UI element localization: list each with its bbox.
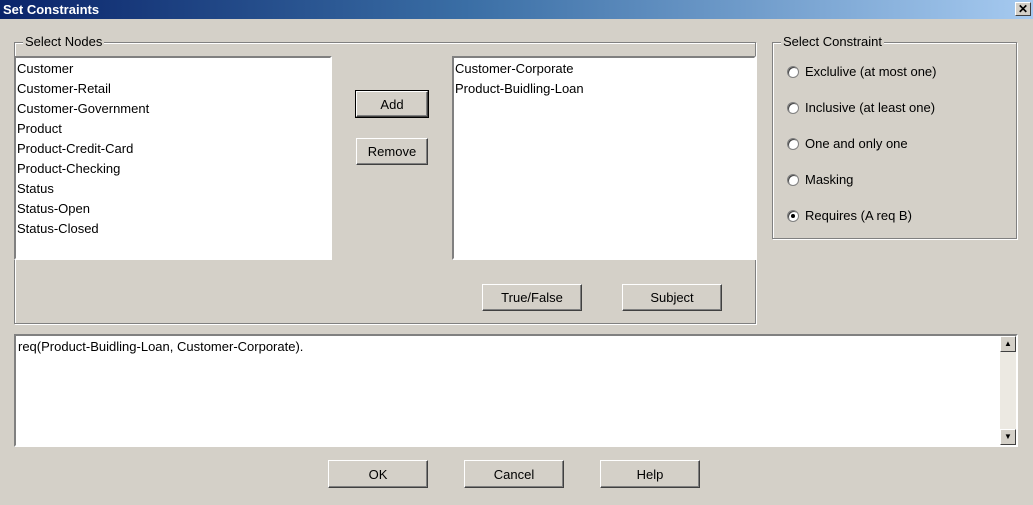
list-item[interactable]: Status-Closed <box>16 219 330 239</box>
list-item[interactable]: Product-Checking <box>16 159 330 179</box>
list-item[interactable]: Customer-Government <box>16 99 330 119</box>
window-title: Set Constraints <box>3 2 100 17</box>
radio-label: Exclulive (at most one) <box>805 64 937 79</box>
list-item[interactable]: Customer <box>16 59 330 79</box>
true-false-button[interactable]: True/False <box>482 284 582 311</box>
radio-button[interactable] <box>787 138 799 150</box>
radio-label: Requires (A req B) <box>805 208 912 223</box>
remove-button[interactable]: Remove <box>356 138 428 165</box>
ok-button[interactable]: OK <box>328 460 428 488</box>
radio-button[interactable] <box>787 210 799 222</box>
list-item[interactable]: Product-Buidling-Loan <box>454 79 754 99</box>
select-constraint-group: Select Constraint Exclulive (at most one… <box>772 34 1017 239</box>
list-item[interactable]: Product-Credit-Card <box>16 139 330 159</box>
list-item[interactable]: Status <box>16 179 330 199</box>
available-nodes-list[interactable]: Customer Customer-Retail Customer-Governme… <box>14 56 332 260</box>
select-nodes-label: Select Nodes <box>23 34 105 50</box>
constraint-output-text: req(Product-Buidling-Loan, Customer-Corp… <box>18 339 304 354</box>
radio-button[interactable] <box>787 102 799 114</box>
list-item[interactable]: Customer-Corporate <box>454 59 754 79</box>
cancel-button[interactable]: Cancel <box>464 460 564 488</box>
radio-label: Masking <box>805 172 854 187</box>
radio-label: One and only one <box>805 136 908 151</box>
scroll-down-icon[interactable]: ▼ <box>1000 429 1016 445</box>
list-item[interactable]: Customer-Retail <box>16 79 330 99</box>
output-scrollbar[interactable]: ▲ ▼ <box>1000 336 1016 445</box>
list-item[interactable]: Status-Open <box>16 199 330 219</box>
list-item[interactable]: Product <box>16 119 330 139</box>
constraint-output-area[interactable]: req(Product-Buidling-Loan, Customer-Corp… <box>14 334 1018 447</box>
radio-label: Inclusive (at least one) <box>805 100 936 115</box>
scroll-up-icon[interactable]: ▲ <box>1000 336 1016 352</box>
radio-button[interactable] <box>787 174 799 186</box>
help-button[interactable]: Help <box>600 460 700 488</box>
selected-nodes-list[interactable]: Customer-Corporate Product-Buidling-Loan <box>452 56 756 260</box>
close-icon[interactable]: ✕ <box>1015 2 1031 16</box>
select-constraint-label: Select Constraint <box>781 34 884 50</box>
add-button[interactable]: Add <box>355 90 429 118</box>
radio-button[interactable] <box>787 66 799 78</box>
title-bar: Set Constraints ✕ <box>0 0 1033 19</box>
radio-checked-dot <box>791 214 795 218</box>
subject-button[interactable]: Subject <box>622 284 722 311</box>
